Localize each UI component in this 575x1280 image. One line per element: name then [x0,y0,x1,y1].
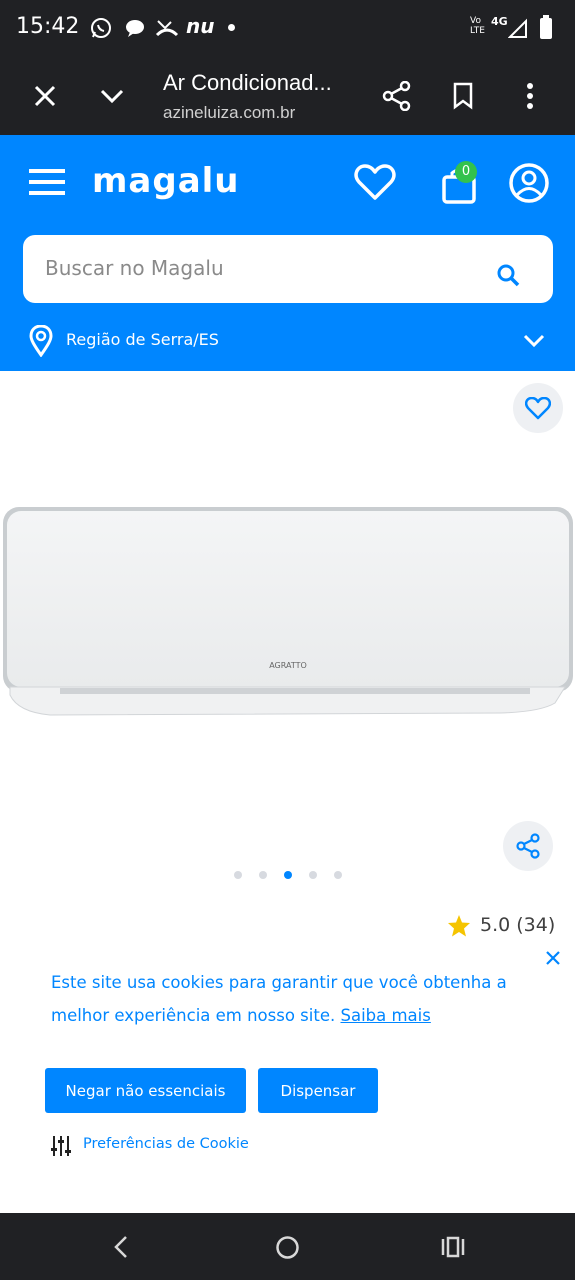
recents-icon[interactable] [440,1236,466,1258]
cookie-message: Este site usa cookies para garantir que … [51,966,541,1032]
signal-icon [508,18,527,38]
chat-bubble-icon [126,20,144,37]
learn-more-link[interactable]: Saiba mais [340,1006,430,1025]
browser-toolbar: Ar Condicionad... azineluiza.com.br [0,56,575,135]
dismiss-button[interactable]: Dispensar [258,1068,378,1113]
magalu-logo[interactable]: magalu [92,161,240,201]
sliders-icon[interactable] [50,1135,72,1157]
more-vert-icon[interactable] [524,82,536,110]
star-icon [448,915,470,937]
share-icon [516,833,540,859]
carousel-dot[interactable] [259,871,267,879]
share-icon[interactable] [382,81,412,111]
status-time: 15:42 [16,14,80,39]
back-icon[interactable] [113,1235,129,1259]
region-selector-label[interactable]: Região de Serra/ES [66,330,219,349]
battery-icon [540,15,552,39]
deny-nonessential-button[interactable]: Negar não essenciais [45,1068,246,1113]
missed-call-icon [155,20,179,37]
whatsapp-icon [91,18,111,38]
search-icon[interactable] [497,264,521,288]
close-icon[interactable] [545,950,561,966]
product-image[interactable]: AGRATTO [0,495,575,725]
home-icon[interactable] [275,1235,300,1260]
search-bar [23,235,553,303]
dot-icon [228,24,235,31]
cookie-preferences-link[interactable]: Preferências de Cookie [83,1136,249,1152]
status-bar: 15:42 nu Vo LTE 4G [0,0,575,56]
favorite-product-button[interactable] [513,383,563,433]
product-rating[interactable]: 5.0 (34) [480,914,555,936]
site-header: magalu 0 Região de Serra/ES [0,135,575,371]
account-icon[interactable] [508,162,550,204]
favorites-heart-icon[interactable] [354,163,396,201]
menu-icon[interactable] [28,168,66,196]
search-input[interactable] [45,253,465,283]
system-nav-bar [0,1213,575,1280]
carousel-dot[interactable] [234,871,242,879]
cookie-message-text: Este site usa cookies para garantir que … [51,973,507,1025]
cart-count-badge: 0 [455,161,477,183]
close-icon[interactable] [33,84,57,108]
chevron-down-icon[interactable] [523,334,545,348]
product-brand-text: AGRATTO [269,661,307,670]
carousel-dot[interactable] [309,871,317,879]
location-pin-icon [29,325,53,357]
carousel-dot-active[interactable] [284,871,292,879]
page-url: azineluiza.com.br [163,103,296,122]
volte-icon: Vo LTE [470,16,485,36]
nubank-icon: nu [186,14,215,38]
chevron-down-icon[interactable] [99,87,125,105]
4g-icon: 4G [491,15,508,28]
page-title: Ar Condicionad... [163,70,332,95]
bookmark-icon[interactable] [452,82,474,110]
share-product-button[interactable] [503,821,553,871]
carousel-dot[interactable] [334,871,342,879]
heart-icon [525,397,551,420]
